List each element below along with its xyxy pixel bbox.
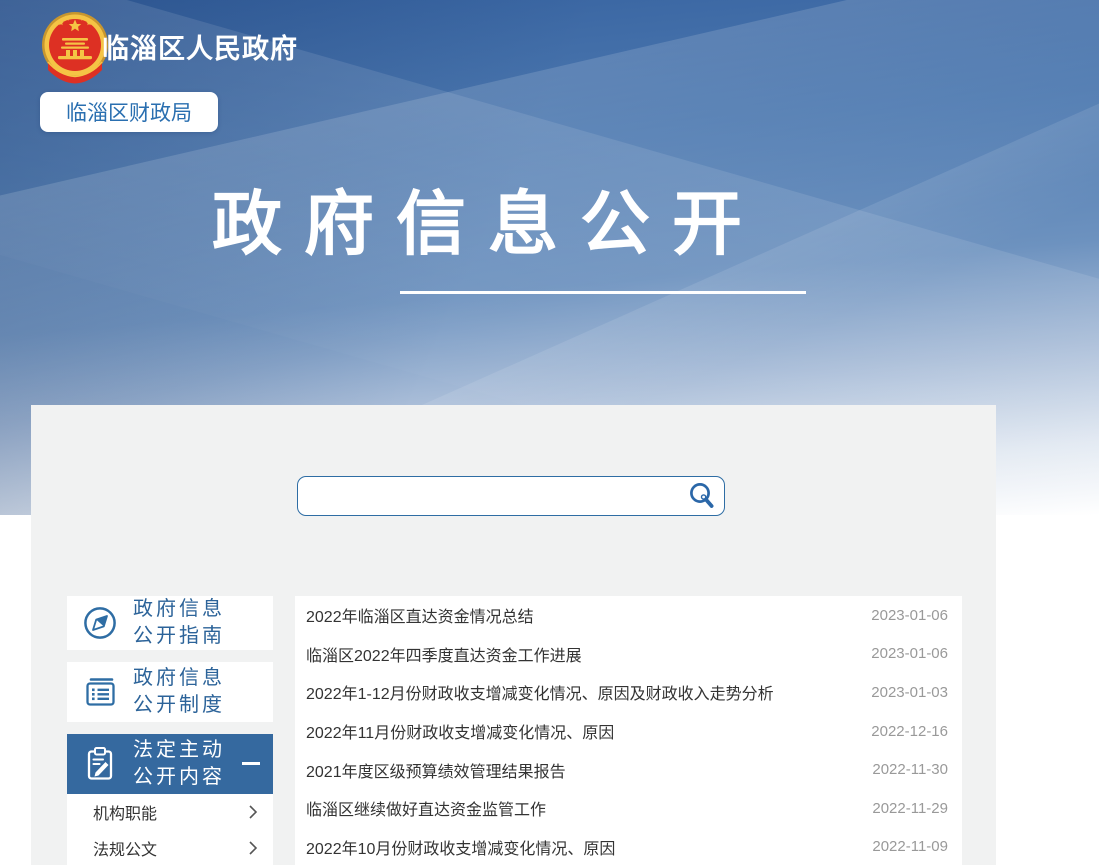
sidebar-item-gov-info-guide[interactable]: 政府信息 公开指南 — [67, 596, 273, 650]
sidebar-item-label: 政府信息 公开指南 — [133, 596, 225, 650]
list-item[interactable]: 2022年1-12月份财政收支增减变化情况、原因及财政收入走势分析 2023-0… — [295, 673, 962, 712]
article-date: 2023-01-06 — [871, 607, 948, 624]
search-bar — [297, 476, 725, 516]
chevron-right-icon — [248, 840, 258, 856]
compass-icon — [67, 605, 133, 641]
subitem-label: 机构职能 — [93, 800, 157, 824]
article-title[interactable]: 2022年临淄区直达资金情况总结 — [306, 603, 534, 627]
sidebar-subitem-regulations[interactable]: 法规公文 — [67, 830, 273, 865]
title-underline — [400, 291, 806, 294]
collapse-minus-icon — [242, 762, 260, 765]
subitem-label: 法规公文 — [93, 836, 157, 860]
article-title[interactable]: 2021年度区级预算绩效管理结果报告 — [306, 758, 566, 782]
list-item[interactable]: 2022年临淄区直达资金情况总结 2023-01-06 — [295, 596, 962, 635]
list-item[interactable]: 临淄区2022年四季度直达资金工作进展 2023-01-06 — [295, 635, 962, 674]
article-title[interactable]: 临淄区继续做好直达资金监管工作 — [306, 796, 546, 820]
article-list: 2022年临淄区直达资金情况总结 2023-01-06 临淄区2022年四季度直… — [295, 596, 962, 865]
site-name[interactable]: 临淄区人民政府 — [102, 27, 298, 66]
list-item[interactable]: 2022年11月份财政收支增减变化情况、原因 2022-12-16 — [295, 712, 962, 751]
clipboard-pencil-icon — [67, 745, 133, 783]
sidebar-subitem-org-functions[interactable]: 机构职能 — [67, 794, 273, 830]
search-button[interactable] — [680, 477, 724, 515]
sidebar-item-gov-info-system[interactable]: 政府信息 公开制度 — [67, 662, 273, 722]
page-title: 政府信息公开 — [212, 182, 764, 266]
article-date: 2023-01-06 — [871, 645, 948, 662]
article-title[interactable]: 2022年11月份财政收支增减变化情况、原因 — [306, 719, 614, 743]
ledger-icon — [67, 674, 133, 710]
sidebar: 政府信息 公开指南 政府信息 公开制度 — [67, 596, 273, 865]
search-icon — [687, 481, 717, 511]
sidebar-item-label: 法定主动 公开内容 — [133, 737, 225, 791]
search-input[interactable] — [298, 477, 680, 515]
sidebar-sub-list: 机构职能 法规公文 — [67, 794, 273, 865]
article-title[interactable]: 2022年10月份财政收支增减变化情况、原因 — [306, 835, 615, 859]
sidebar-item-statutory-disclosure[interactable]: 法定主动 公开内容 — [67, 734, 273, 794]
list-item[interactable]: 2021年度区级预算绩效管理结果报告 2022-11-30 — [295, 750, 962, 789]
page: 临淄区人民政府 临淄区财政局 政府信息公开 — [0, 0, 1099, 865]
sidebar-item-label: 政府信息 公开制度 — [133, 665, 225, 719]
list-item[interactable]: 2022年10月份财政收支增减变化情况、原因 2022-11-09 — [295, 827, 962, 865]
article-title[interactable]: 临淄区2022年四季度直达资金工作进展 — [306, 642, 582, 666]
article-title[interactable]: 2022年1-12月份财政收支增减变化情况、原因及财政收入走势分析 — [306, 680, 774, 704]
article-date: 2022-12-16 — [871, 723, 948, 740]
article-date: 2022-11-29 — [872, 800, 948, 817]
article-date: 2023-01-03 — [871, 684, 948, 701]
department-badge[interactable]: 临淄区财政局 — [40, 92, 218, 132]
list-item[interactable]: 临淄区继续做好直达资金监管工作 2022-11-29 — [295, 789, 962, 828]
article-date: 2022-11-30 — [872, 761, 948, 778]
chevron-right-icon — [248, 804, 258, 820]
article-date: 2022-11-09 — [872, 838, 948, 855]
